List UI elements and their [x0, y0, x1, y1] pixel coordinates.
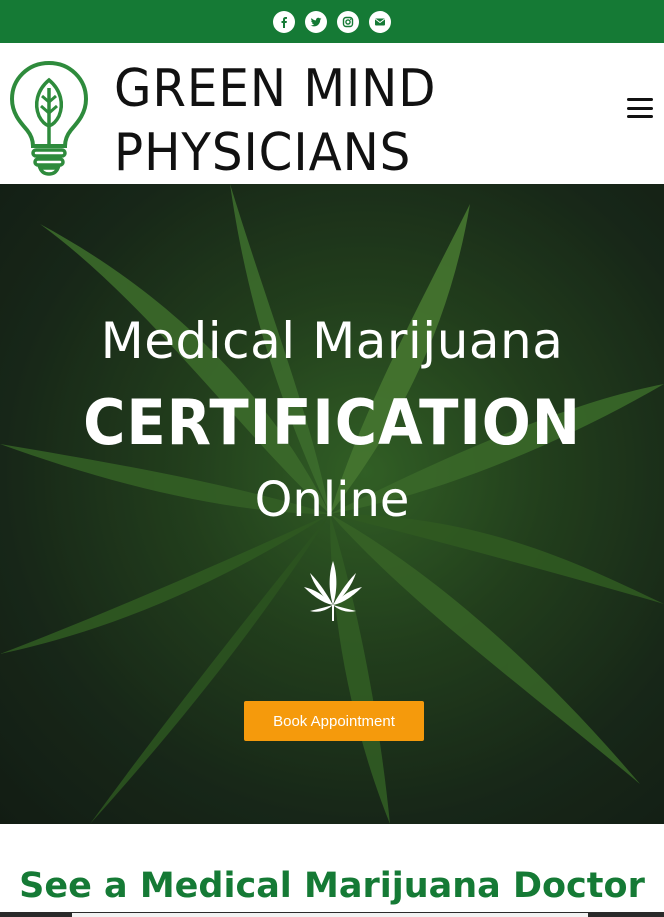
cannabis-leaf-icon	[304, 561, 362, 621]
hero-banner: Medical Marijuana CERTIFICATION Online B…	[0, 184, 664, 824]
twitter-icon[interactable]	[305, 10, 327, 33]
social-bar	[0, 0, 664, 43]
logo-line-2: PHYSICIANS	[114, 123, 412, 183]
hero-heading-line-1: Medical Marijuana	[100, 312, 564, 370]
hero-heading-line-2: CERTIFICATION	[83, 386, 581, 459]
logo-line-1: GREEN MIND	[114, 59, 437, 119]
logo-wordmark: GREEN MIND PHYSICIANS	[114, 57, 484, 185]
facebook-icon[interactable]	[273, 10, 295, 33]
hamburger-menu-icon[interactable]	[627, 98, 653, 118]
book-appointment-button[interactable]: Book Appointment	[244, 701, 424, 741]
section-heading: See a Medical Marijuana Doctor	[19, 866, 645, 906]
instagram-icon[interactable]	[337, 10, 359, 33]
site-header: GREEN MIND PHYSICIANS	[0, 43, 664, 184]
lightbulb-leaf-icon	[9, 60, 89, 176]
envelope-icon[interactable]	[369, 10, 391, 33]
bottom-edge	[0, 912, 664, 917]
hero-heading-line-3: Online	[254, 472, 410, 528]
